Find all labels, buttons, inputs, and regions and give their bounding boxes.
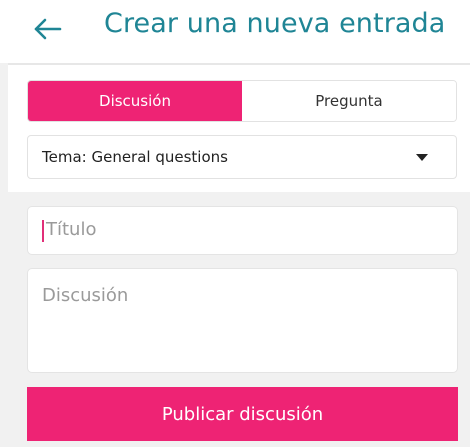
publish-button[interactable]: Publicar discusión [27, 387, 458, 441]
tab-question[interactable]: Pregunta [242, 81, 456, 121]
app-header: Crear una nueva entrada [0, 0, 470, 63]
post-type-tabs: Discusión Pregunta [27, 80, 457, 122]
page-title: Crear una nueva entrada [104, 8, 446, 39]
topic-select[interactable]: Tema: General questions [27, 135, 457, 179]
title-placeholder: Título [46, 219, 97, 240]
caret-down-icon [416, 154, 428, 161]
tab-discussion[interactable]: Discusión [28, 81, 242, 121]
title-input[interactable]: Título [27, 206, 458, 255]
topic-select-value: Tema: General questions [42, 148, 228, 166]
back-button[interactable] [30, 12, 70, 46]
body-placeholder: Discusión [42, 285, 129, 306]
discussion-body-input[interactable]: Discusión [27, 268, 458, 373]
arrow-left-icon [34, 18, 62, 40]
text-cursor [42, 220, 44, 242]
